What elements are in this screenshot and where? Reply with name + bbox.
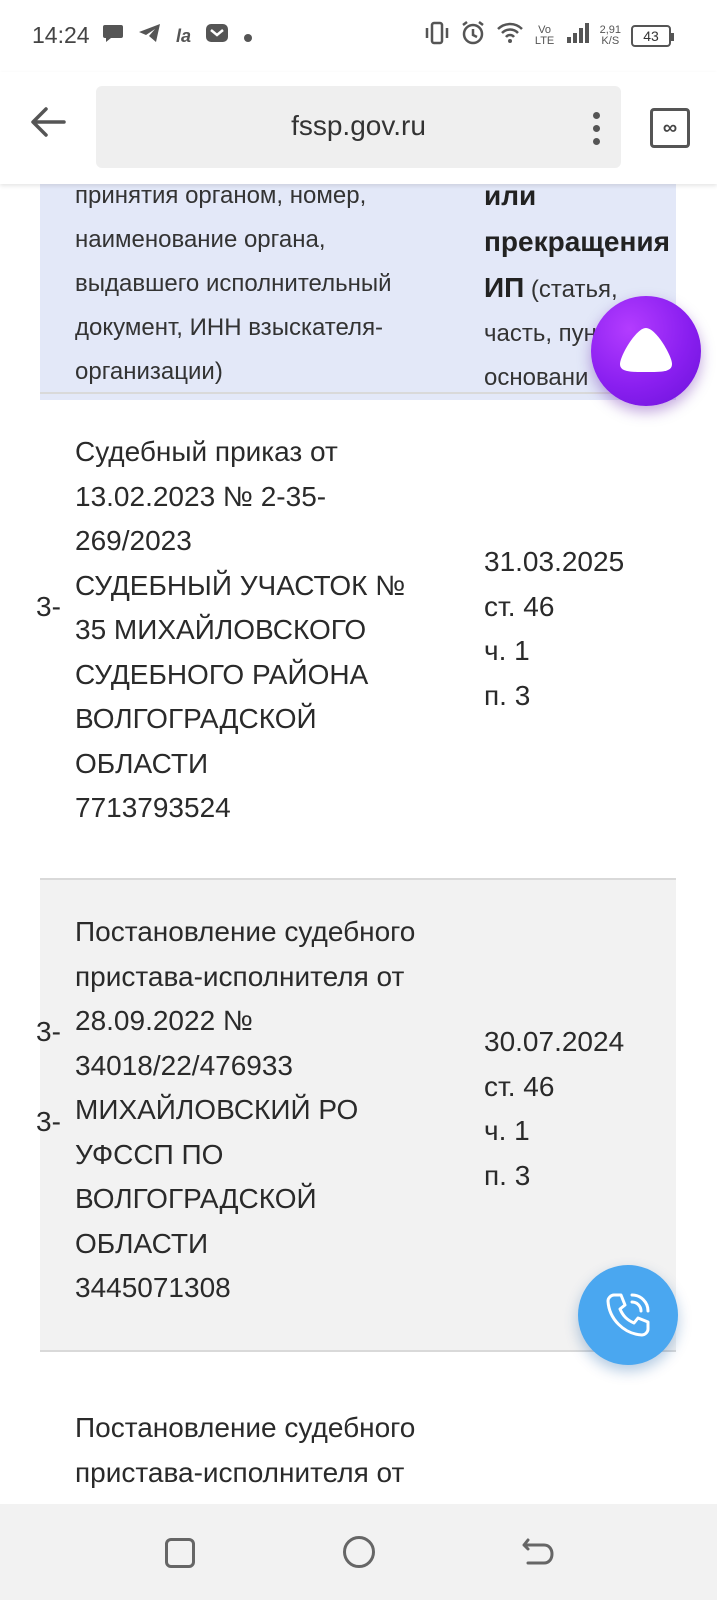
cell-line: ст. 46	[484, 590, 555, 622]
end-reason-cell: 30.07.2024 ст. 46 ч. 1 п. 3	[484, 1020, 684, 1198]
chat-icon	[102, 23, 124, 49]
battery-icon: 43	[631, 25, 674, 47]
url-bar[interactable]: fssp.gov.ru	[96, 86, 621, 168]
header-left-cell: принятия органом, номер, наименование ор…	[75, 184, 435, 394]
alice-icon	[620, 328, 672, 372]
header-bold: ИП	[484, 272, 525, 303]
cell-line: 34018/22/476933	[75, 1049, 293, 1081]
header-line: наименование органа,	[75, 226, 326, 253]
cell-line: 269/2023	[75, 525, 192, 556]
mail-icon	[205, 22, 229, 50]
system-icons: Vo LTE 2,91 K/S 43	[424, 20, 674, 52]
cell-line: ч. 1	[484, 635, 530, 666]
wifi-icon	[496, 22, 524, 50]
alarm-icon	[460, 20, 486, 52]
cell-line: 3445071308	[75, 1272, 231, 1303]
end-date: 30.07.2024	[484, 1026, 625, 1057]
cell-line: СУДЕБНОГО РАЙОНА	[75, 658, 369, 690]
cell-line: ч. 1	[484, 1115, 530, 1146]
cell-line: 28.09.2022 №	[75, 1005, 253, 1036]
nav-back-icon[interactable]	[520, 1534, 556, 1570]
browser-toolbar: fssp.gov.ru ∞	[0, 72, 717, 184]
cut-cell-text: 3-	[36, 591, 61, 622]
tabs-button[interactable]: ∞	[650, 108, 690, 148]
cell-line: ВОЛГОГРАДСКОЙ	[75, 1183, 317, 1214]
cell-line: Судебный приказ от	[75, 436, 338, 467]
cut-cell-text: 3-	[36, 1106, 61, 1137]
header-line: организации)	[75, 358, 223, 385]
back-arrow-icon[interactable]	[28, 102, 68, 142]
cell-line: УФССП ПО	[75, 1138, 224, 1170]
more-vert-icon[interactable]	[591, 108, 601, 148]
cell-line: ОБЛАСТИ	[75, 1227, 209, 1259]
alice-assistant-button[interactable]	[591, 296, 701, 406]
row-divider	[40, 392, 676, 394]
end-date: 31.03.2025	[484, 546, 625, 577]
cell-line: п. 3	[484, 1159, 531, 1191]
cell-line: 7713793524	[75, 792, 231, 823]
url-text: fssp.gov.ru	[291, 110, 426, 141]
cell-line: п. 3	[484, 679, 531, 711]
cell-line: пристава-исполнителя от	[75, 960, 405, 992]
header-bold: прекращения	[484, 226, 670, 257]
cut-cell-text: 3-	[36, 1016, 61, 1047]
notification-icons: la	[102, 22, 253, 50]
cell-line: пристава-исполнителя от	[75, 1456, 405, 1488]
dot-icon	[243, 23, 253, 49]
phone-icon	[606, 1293, 650, 1337]
document-cell: Судебный приказ от 13.02.2023 № 2-35- 26…	[75, 430, 460, 831]
header-line: принятия органом, номер,	[75, 184, 367, 209]
document-cell: Постановление судебного пристава-исполни…	[75, 910, 460, 1311]
row-divider	[40, 1350, 676, 1352]
vk-icon: la	[176, 26, 192, 46]
cell-line: МИХАЙЛОВСКИЙ РО	[75, 1094, 359, 1125]
document-cell: Постановление судебного пристава-исполни…	[75, 1406, 460, 1495]
telegram-icon	[138, 23, 162, 49]
status-bar: 14:24 la Vo LTE 2,91 K/S 43	[0, 0, 717, 72]
signal-icon	[566, 22, 590, 50]
cell-line: ст. 46	[484, 1070, 555, 1102]
cell-line: ОБЛАСТИ	[75, 747, 209, 779]
cell-line: ВОЛГОГРАДСКОЙ	[75, 703, 317, 734]
recent-apps-icon[interactable]	[165, 1538, 195, 1568]
cell-line: 13.02.2023 № 2-35-	[75, 480, 327, 512]
header-bold: или	[484, 184, 537, 211]
home-icon[interactable]	[343, 1536, 375, 1568]
cell-line: СУДЕБНЫЙ УЧАСТОК №	[75, 569, 406, 601]
header-line: выдавшего исполнительный	[75, 270, 392, 297]
net-speed: 2,91 K/S	[600, 25, 621, 47]
end-reason-cell: 31.03.2025 ст. 46 ч. 1 п. 3	[484, 540, 684, 718]
vibrate-icon	[424, 21, 450, 51]
cell-line: 35 МИХАЙЛОВСКОГО	[75, 614, 367, 645]
status-time: 14:24	[32, 22, 90, 48]
system-nav-bar	[0, 1504, 717, 1600]
net-speed-unit: K/S	[601, 35, 620, 47]
call-button[interactable]	[578, 1265, 678, 1365]
network-type: Vo LTE	[534, 24, 555, 47]
cell-line: Постановление судебного	[75, 1412, 416, 1443]
header-line: документ, ИНН взыскателя-	[75, 314, 384, 341]
cell-line: Постановление судебного	[75, 916, 416, 947]
header-text: (статья,	[524, 276, 618, 303]
